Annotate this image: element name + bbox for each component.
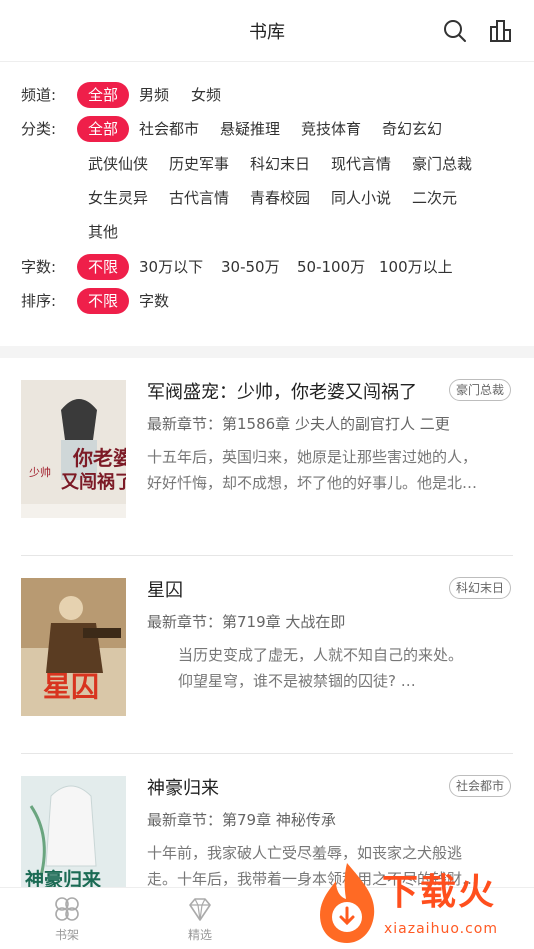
- latest-chapter: 最新章节：第79章 神秘传承: [147, 811, 336, 829]
- filter-panel: 频道: 全部 男频 女频 分类: 全部 社会都市 悬疑推理 竞技体育 奇幻玄幻 …: [0, 62, 534, 346]
- category-option[interactable]: 同人小说: [331, 185, 391, 211]
- book-cover[interactable]: 星囚: [21, 578, 126, 716]
- sort-option[interactable]: 字数: [139, 288, 169, 314]
- cover-title-line: 又闯祸了: [60, 471, 126, 493]
- desc-line: 十五年后，英国归来，她原是让那些害过她的人，: [147, 448, 478, 466]
- tab-label: 精选: [187, 928, 212, 942]
- book-title[interactable]: 军阀盛宠：少帅，你老婆又闯祸了: [147, 378, 417, 404]
- channel-option-male[interactable]: 男频: [139, 82, 169, 108]
- book-description: 当历史变成了虚无，人就不知自己的来处。 仰望星穹，谁不是被禁锢的囚徒? …: [178, 642, 528, 694]
- channel-option-all[interactable]: 全部: [77, 82, 130, 108]
- cover-title-line: 少帅: [29, 466, 51, 479]
- word-count-option[interactable]: 不限: [77, 254, 130, 280]
- word-count-option[interactable]: 50-100万: [297, 254, 365, 280]
- category-option[interactable]: 武侠仙侠: [88, 151, 148, 177]
- watermark-url: xiazaihuo.com: [384, 921, 498, 937]
- category-tag: 豪门总裁: [448, 379, 511, 401]
- category-option[interactable]: 女生灵异: [88, 185, 148, 211]
- clover-icon: [55, 897, 79, 921]
- search-icon[interactable]: [440, 16, 470, 46]
- top-bar: 书库: [0, 0, 534, 62]
- category-option[interactable]: 其他: [88, 219, 118, 245]
- word-count-option[interactable]: 30-50万: [221, 254, 280, 280]
- category-option[interactable]: 二次元: [412, 185, 457, 211]
- desc-line: 当历史变成了虚无，人就不知自己的来处。: [178, 646, 464, 664]
- category-option[interactable]: 青春校园: [250, 185, 310, 211]
- category-option[interactable]: 科幻末日: [250, 151, 310, 177]
- watermark-name: 下载火: [382, 872, 497, 913]
- diamond-icon: [189, 898, 211, 921]
- category-option[interactable]: 社会都市: [139, 116, 199, 142]
- book-description: 十五年后，英国归来，她原是让那些害过她的人， 好好忏悔，却不成想，坏了他的好事儿…: [147, 444, 497, 496]
- latest-chapter: 最新章节：第1586章 少夫人的副官打人 二更: [147, 415, 450, 433]
- category-option[interactable]: 古代言情: [169, 185, 229, 211]
- sort-label: 排序:: [21, 292, 57, 310]
- category-option[interactable]: 豪门总裁: [412, 151, 472, 177]
- word-count-option[interactable]: 100万以上: [379, 254, 453, 280]
- cover-title-line: 星囚: [43, 670, 99, 703]
- book-title[interactable]: 神豪归来: [147, 774, 219, 800]
- watermark: 下载火 xiazaihuo.com: [310, 855, 534, 949]
- tab-bookshelf[interactable]: 书架: [27, 894, 107, 943]
- cover-title-line: 你老婆: [72, 446, 126, 470]
- tab-label: 书架: [54, 928, 79, 942]
- book-cover[interactable]: 你老婆 又闯祸了 少帅: [21, 380, 126, 518]
- channel-label: 频道:: [21, 86, 57, 104]
- section-divider: [0, 346, 534, 358]
- word-count-option[interactable]: 30万以下: [139, 254, 203, 280]
- ranking-icon[interactable]: [486, 16, 516, 46]
- channel-option-female[interactable]: 女频: [191, 82, 221, 108]
- sort-option[interactable]: 不限: [77, 288, 130, 314]
- category-option[interactable]: 历史军事: [169, 151, 229, 177]
- category-option[interactable]: 奇幻玄幻: [382, 116, 442, 142]
- book-item[interactable]: 星囚 星囚 科幻末日 最新章节：第719章 大战在即 当历史变成了虚无，人就不知…: [0, 556, 534, 754]
- tab-featured[interactable]: 精选: [160, 894, 240, 943]
- category-option[interactable]: 全部: [77, 116, 130, 142]
- desc-line: 仰望星穹，谁不是被禁锢的囚徒? …: [178, 672, 416, 690]
- category-label: 分类:: [21, 120, 57, 138]
- category-option[interactable]: 竞技体育: [301, 116, 361, 142]
- flame-logo-icon: [320, 863, 375, 943]
- category-tag: 科幻末日: [448, 577, 511, 599]
- category-option[interactable]: 现代言情: [331, 151, 391, 177]
- book-item[interactable]: 你老婆 又闯祸了 少帅 军阀盛宠：少帅，你老婆又闯祸了 豪门总裁 最新章节：第1…: [0, 358, 534, 556]
- word-count-label: 字数:: [21, 258, 57, 276]
- category-tag: 社会都市: [448, 775, 511, 797]
- book-title[interactable]: 星囚: [147, 576, 183, 602]
- category-option[interactable]: 悬疑推理: [220, 116, 280, 142]
- desc-line: 好好忏悔，却不成想，坏了他的好事儿。他是北…: [147, 474, 478, 492]
- latest-chapter: 最新章节：第719章 大战在即: [147, 613, 346, 631]
